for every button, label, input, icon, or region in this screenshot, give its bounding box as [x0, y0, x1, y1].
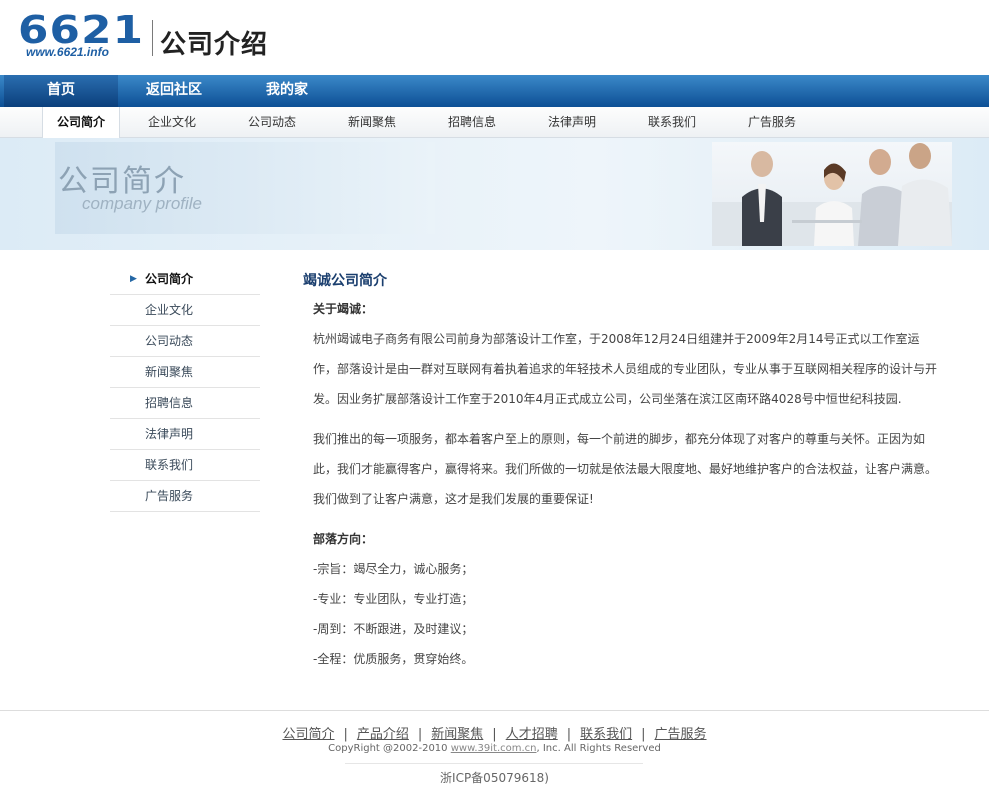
main-nav: 首页 返回社区 我的家 — [0, 75, 989, 107]
sidebar: ▶ 公司简介 企业文化 公司动态 新闻聚焦 招聘信息 法律声明 联系我们 广告服… — [110, 264, 260, 512]
sidebar-item-jobs[interactable]: 招聘信息 — [110, 388, 260, 419]
sidebar-item-label: 新闻聚焦 — [145, 365, 194, 379]
footer-link-contact[interactable]: 联系我们 — [580, 727, 632, 742]
sidebar-item-contact[interactable]: 联系我们 — [110, 450, 260, 481]
direction-item: -全程：优质服务，贯穿始终。 — [313, 652, 474, 666]
sidebar-item-label: 公司简介 — [145, 272, 194, 286]
about-paragraph: 杭州竭诚电子商务有限公司前身为部落设计工作室，于2008年12月24日组建并于2… — [313, 332, 938, 406]
copyright-suffix: , Inc. All Rights Reserved — [536, 743, 661, 754]
footer-link-profile[interactable]: 公司简介 — [282, 727, 334, 742]
copyright-site-link[interactable]: www.39it.com.cn — [451, 743, 537, 754]
icp-record: 浙ICP备05079618) — [440, 771, 549, 785]
sidebar-item-label: 招聘信息 — [145, 396, 194, 410]
banner-photo — [712, 142, 952, 246]
sidebar-item-label: 公司动态 — [145, 334, 194, 348]
sub-nav-news[interactable]: 公司动态 — [234, 107, 310, 137]
footer-links: 公司简介 | 产品介绍 | 新闻聚焦 | 人才招聘 | 联系我们 | 广告服务 — [0, 723, 989, 742]
footer-separator: | — [641, 727, 646, 742]
sidebar-item-legal[interactable]: 法律声明 — [110, 419, 260, 450]
footer: 公司简介 | 产品介绍 | 新闻聚焦 | 人才招聘 | 联系我们 | 广告服务 CopyRight … — [0, 710, 989, 787]
direction-heading: 部落方向： — [313, 532, 374, 546]
sidebar-item-culture[interactable]: 企业文化 — [110, 295, 260, 326]
footer-separator: | — [417, 727, 423, 742]
footer-link-ads[interactable]: 广告服务 — [655, 727, 707, 742]
sub-nav-legal[interactable]: 法律声明 — [534, 107, 610, 137]
direction-item: -专业：专业团队，专业打造； — [313, 592, 474, 606]
banner-title-en: company profile — [82, 194, 203, 213]
about-heading: 关于竭诚： — [313, 302, 374, 316]
service-paragraph: 我们推出的每一项服务，都本着客户至上的原则，每一个前进的脚步，都充分体现了对客户… — [313, 432, 938, 506]
content-title: 竭诚公司简介 — [303, 273, 387, 289]
sidebar-item-focus[interactable]: 新闻聚焦 — [110, 357, 260, 388]
footer-link-products[interactable]: 产品介绍 — [357, 727, 409, 742]
page-title: 公司介绍 — [160, 30, 269, 60]
logo-divider — [152, 20, 153, 56]
main-nav-community[interactable]: 返回社区 — [118, 75, 230, 107]
footer-link-jobs[interactable]: 人才招聘 — [506, 727, 558, 742]
copyright-prefix: CopyRight @2002-2010 — [328, 743, 451, 754]
copyright: CopyRight @2002-2010 www.39it.com.cn, In… — [0, 743, 989, 754]
sidebar-item-label: 法律声明 — [145, 427, 194, 441]
sub-nav: 公司简介 企业文化 公司动态 新闻聚焦 招聘信息 法律声明 联系我们 广告服务 — [0, 107, 989, 138]
sidebar-item-label: 广告服务 — [145, 489, 194, 503]
direction-item: -宗旨：竭尽全力，诚心服务； — [313, 562, 474, 576]
sub-nav-profile[interactable]: 公司简介 — [42, 107, 120, 138]
footer-separator: | — [566, 727, 572, 742]
site-logo[interactable]: 6621 www.6621.info — [18, 8, 148, 60]
sub-nav-ads[interactable]: 广告服务 — [734, 107, 810, 137]
sidebar-item-label: 联系我们 — [145, 458, 194, 472]
footer-link-news[interactable]: 新闻聚焦 — [431, 727, 483, 742]
sub-nav-jobs[interactable]: 招聘信息 — [434, 107, 510, 137]
sidebar-item-profile[interactable]: ▶ 公司简介 — [110, 264, 260, 295]
main-content: 竭诚公司简介 关于竭诚： 杭州竭诚电子商务有限公司前身为部落设计工作室，于200… — [303, 270, 943, 674]
main-nav-my-home[interactable]: 我的家 — [232, 75, 342, 107]
content-body: 关于竭诚： 杭州竭诚电子商务有限公司前身为部落设计工作室，于2008年12月24… — [303, 294, 943, 674]
sub-nav-culture[interactable]: 企业文化 — [134, 107, 210, 137]
sidebar-item-label: 企业文化 — [145, 303, 194, 317]
business-people-image — [712, 143, 952, 246]
sub-nav-contact[interactable]: 联系我们 — [634, 107, 710, 137]
main-nav-home[interactable]: 首页 — [4, 75, 118, 107]
footer-separator: | — [343, 727, 348, 742]
arrow-right-icon: ▶ — [130, 274, 137, 284]
footer-divider — [345, 763, 643, 764]
direction-item: -周到：不断跟进，及时建议； — [313, 622, 474, 636]
banner: 公司简介 company profile — [0, 138, 989, 250]
sidebar-item-news[interactable]: 公司动态 — [110, 326, 260, 357]
header: 6621 www.6621.info 公司介绍 — [0, 0, 989, 75]
sub-nav-focus[interactable]: 新闻聚焦 — [334, 107, 410, 137]
logo-url: www.6621.info — [26, 45, 109, 59]
footer-separator: | — [492, 727, 497, 742]
sidebar-item-ads[interactable]: 广告服务 — [110, 481, 260, 512]
